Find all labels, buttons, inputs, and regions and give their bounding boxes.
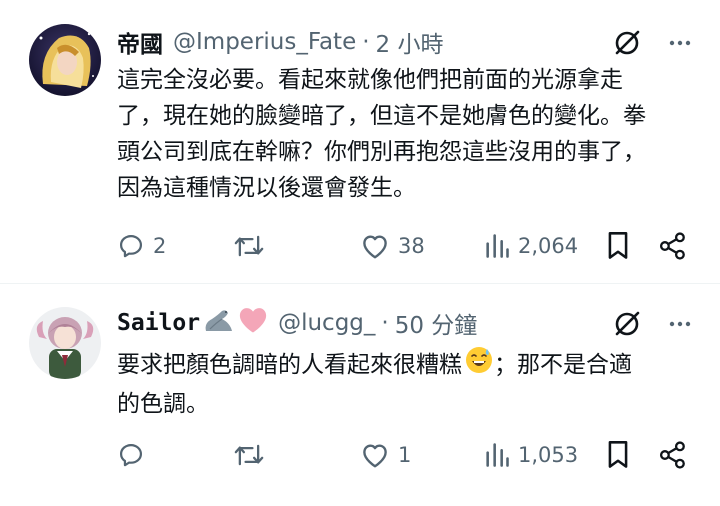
tweet[interactable]: 帝國 @Imperius_Fate · 2 小時 這完全沒必要。看起來就像他們把… bbox=[0, 0, 720, 283]
tweet-text-line: 了，現在她的臉變暗了，但這不是她膚色的變化。拳 bbox=[117, 103, 646, 129]
tweet-actions: 1 1,053 bbox=[117, 435, 692, 475]
reply-count: 2 bbox=[153, 234, 167, 258]
tweet-top-actions bbox=[612, 309, 692, 343]
tweet-text-part: 要求把顏色調暗的人看起來很糟糕 bbox=[117, 352, 462, 378]
pink-heart-emoji-icon bbox=[238, 306, 268, 340]
user-handle[interactable]: @Imperius_Fate bbox=[173, 29, 356, 55]
share-button[interactable] bbox=[658, 226, 688, 266]
seal-emoji-icon bbox=[202, 307, 236, 339]
like-button[interactable]: 1 bbox=[360, 435, 411, 475]
heart-icon bbox=[363, 444, 387, 468]
reply-icon bbox=[119, 443, 143, 467]
heart-icon bbox=[363, 235, 387, 259]
timestamp[interactable]: 50 分鐘 bbox=[395, 306, 478, 340]
more-options-icon[interactable] bbox=[668, 312, 692, 340]
retweet-button[interactable] bbox=[233, 226, 273, 266]
retweet-button[interactable] bbox=[233, 435, 273, 475]
bookmark-button[interactable] bbox=[606, 226, 630, 266]
views-icon bbox=[486, 443, 509, 467]
tweet-top-actions bbox=[612, 28, 692, 62]
tweet-text-line: 的色調。 bbox=[117, 391, 209, 417]
avatar[interactable] bbox=[29, 307, 101, 379]
tweet-actions: 2 38 2,064 bbox=[117, 226, 692, 266]
sweat-smile-emoji-icon bbox=[464, 345, 494, 386]
tweet-text-line: 因為這種情況以後還會發生。 bbox=[117, 175, 416, 201]
tweet[interactable]: Sailor @lucgg_ · 50 分鐘 要求把顏色調暗的人看起來很糟糕 ；… bbox=[0, 283, 720, 506]
share-icon bbox=[659, 441, 685, 469]
avatar[interactable] bbox=[29, 24, 101, 96]
tweet-header: Sailor @lucgg_ · 50 分鐘 bbox=[117, 307, 477, 339]
like-count: 1 bbox=[398, 443, 412, 467]
reply-button[interactable] bbox=[117, 435, 153, 475]
bookmark-button[interactable] bbox=[606, 435, 630, 475]
tweet-header: 帝國 @Imperius_Fate · 2 小時 bbox=[117, 26, 444, 58]
tweet-text-line: 要求把顏色調暗的人看起來很糟糕 ；那不是合適 bbox=[117, 345, 687, 386]
views-icon bbox=[486, 234, 509, 258]
tweet-text-part: ；那不是合適 bbox=[494, 352, 632, 378]
share-button[interactable] bbox=[658, 435, 688, 475]
tweet-text-line: 這完全沒必要。看起來就像他們把前面的光源拿走 bbox=[117, 67, 623, 93]
timestamp[interactable]: 2 小時 bbox=[376, 25, 444, 59]
retweet-icon bbox=[234, 444, 264, 466]
like-count: 38 bbox=[398, 234, 425, 258]
views-button[interactable]: 1,053 bbox=[484, 435, 578, 475]
separator-dot: · bbox=[362, 29, 370, 55]
share-icon bbox=[659, 232, 685, 260]
tweet-text: 要求把顏色調暗的人看起來很糟糕 ；那不是合適的色調。 bbox=[117, 345, 687, 422]
display-name[interactable]: Sailor bbox=[117, 310, 200, 336]
view-count: 1,053 bbox=[518, 443, 579, 467]
reply-button[interactable]: 2 bbox=[117, 226, 166, 266]
bookmark-icon bbox=[608, 232, 628, 259]
retweet-icon bbox=[234, 235, 264, 257]
reply-icon bbox=[119, 234, 143, 258]
views-button[interactable]: 2,064 bbox=[484, 226, 578, 266]
tweet-text: 這完全沒必要。看起來就像他們把前面的光源拿走 了，現在她的臉變暗了，但這不是她膚色… bbox=[117, 62, 687, 206]
more-options-icon[interactable] bbox=[668, 31, 692, 59]
like-button[interactable]: 38 bbox=[360, 226, 425, 266]
tweet-text-line: 頭公司到底在幹嘛？你們別再抱怨這些沒用的事了， bbox=[117, 139, 646, 165]
bookmark-icon bbox=[608, 441, 628, 468]
grok-icon[interactable] bbox=[612, 309, 642, 343]
grok-icon[interactable] bbox=[612, 28, 642, 62]
separator-dot: · bbox=[381, 310, 389, 336]
view-count: 2,064 bbox=[518, 234, 579, 258]
user-handle[interactable]: @lucgg_ bbox=[278, 310, 375, 336]
display-name[interactable]: 帝國 bbox=[117, 25, 163, 59]
